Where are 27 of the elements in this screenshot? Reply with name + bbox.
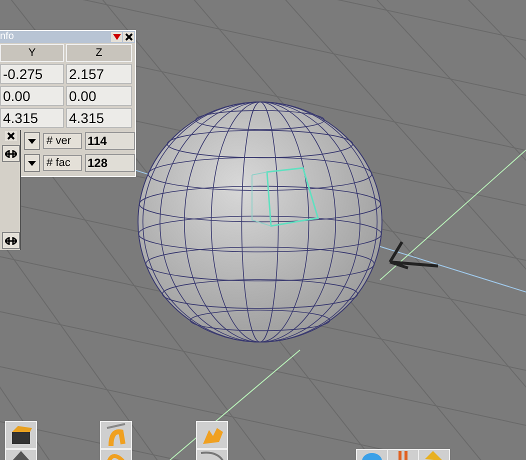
caret-icon	[28, 160, 36, 166]
table-cell: 0.00	[0, 86, 64, 106]
table-cell: 2.157	[66, 64, 132, 84]
curve-tool-icon[interactable]	[196, 449, 228, 460]
pyramid-tool-icon[interactable]	[5, 449, 37, 460]
resize-arrows-icon[interactable]	[2, 145, 20, 162]
stat-label: # fac	[42, 155, 82, 171]
panel-title: nfo	[0, 31, 14, 43]
table-cell: 4.315	[0, 108, 64, 128]
stat-value: 114	[84, 132, 135, 150]
table-cell: -0.275	[0, 64, 64, 84]
axis-gizmo-icon	[388, 240, 440, 270]
column-header: Y	[0, 44, 64, 62]
caret-icon	[28, 138, 36, 144]
column-header: Z	[66, 44, 132, 62]
dropdown-button[interactable]	[24, 132, 40, 150]
close-icon[interactable]	[5, 131, 17, 141]
arc-tool-icon[interactable]	[100, 421, 132, 449]
close-icon[interactable]	[123, 32, 134, 42]
dropdown-button[interactable]	[24, 154, 40, 172]
stat-label: # ver	[42, 133, 82, 149]
stat-value: 128	[84, 154, 135, 172]
table-cell: 0.00	[66, 86, 132, 106]
resize-arrows-icon[interactable]	[2, 232, 20, 249]
table-cell: 4.315	[66, 108, 132, 128]
bevel-tool-icon[interactable]	[5, 421, 37, 449]
dropdown-arrow-icon[interactable]	[111, 32, 122, 42]
